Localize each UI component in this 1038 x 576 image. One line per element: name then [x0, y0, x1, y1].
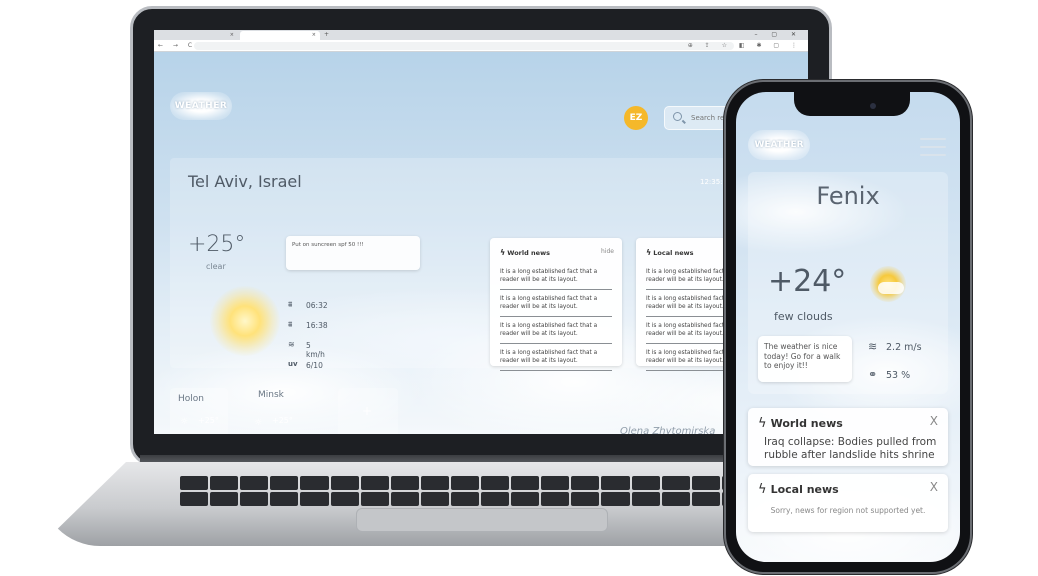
city-title: Fenix	[816, 182, 880, 210]
stat-value: 06:32	[306, 301, 328, 310]
app-logo[interactable]: WEATHER	[170, 92, 232, 120]
sun-icon	[210, 286, 280, 356]
world-news-header: ϟ World news	[758, 416, 843, 431]
sunset-icon: ⩩	[288, 320, 293, 329]
current-temperature: +24°	[768, 264, 847, 299]
current-weather-panel: Fenix +24° few clouds The weather is nic…	[748, 172, 948, 394]
lightning-icon: ϟ	[758, 482, 767, 497]
hamburger-menu-icon[interactable]	[920, 136, 946, 158]
lightning-icon: ϟ	[758, 416, 767, 431]
tab-close-icon[interactable]: ×	[230, 32, 234, 38]
weather-condition: few clouds	[774, 310, 833, 323]
humidity-value: 53 %	[886, 370, 911, 381]
city-title: Tel Aviv, Israel	[188, 172, 302, 191]
world-news-title: World news	[507, 249, 550, 257]
world-news-header: ϟ World news	[500, 248, 550, 257]
wind-icon: ≋	[288, 340, 295, 349]
laptop-keyboard	[180, 476, 780, 506]
add-city-button[interactable]: +	[338, 388, 398, 434]
world-news-title: World news	[770, 417, 843, 430]
local-news-header: ϟ Local news	[646, 248, 694, 257]
device-mockup-scene: × × + – ▢ ✕ ← → C ⊙ ⊕ ⇪ ☆ ◧ ✱ ▢ ⋮ WEATHE…	[0, 0, 1038, 576]
local-news-card: ϟ Local news X Sorry, news for region not…	[748, 474, 948, 532]
city-card-holon[interactable]: Holon ☼ +25°	[170, 388, 228, 434]
laptop-trackpad	[356, 508, 608, 532]
news-headline[interactable]: Iraq collapse: Bodies pulled from rubble…	[764, 436, 940, 462]
uv-icon: uv	[288, 360, 298, 368]
world-news-card: ϟ World news hide It is a long establishe…	[490, 238, 622, 371]
browser-toolbar: ← → C ⊙ ⊕ ⇪ ☆ ◧ ✱ ▢ ⋮	[154, 40, 808, 52]
browser-tab[interactable]: ×	[158, 31, 238, 40]
city-temperature: +25°	[198, 416, 219, 425]
stat-value: 6/10	[306, 361, 323, 370]
city-temperature: +25°	[272, 416, 293, 425]
stat-wind: ≋ 2.2 m/s	[868, 340, 922, 353]
browser-tab-strip: × × + – ▢ ✕	[154, 30, 808, 40]
news-item[interactable]: It is a long established fact that a rea…	[500, 347, 612, 371]
app-logo[interactable]: WEATHER	[748, 130, 810, 160]
author-credit: Olena Zhytomirska	[620, 426, 716, 434]
close-icon[interactable]: X	[930, 480, 938, 494]
lightning-icon: ϟ	[646, 248, 652, 257]
front-camera	[870, 103, 876, 109]
phone-screen: WEATHER Fenix +24° few clouds The weathe…	[736, 92, 960, 562]
local-news-header: ϟ Local news	[758, 482, 839, 497]
news-unsupported-message: Sorry, news for region not supported yet…	[770, 506, 926, 515]
new-tab-button[interactable]: +	[324, 31, 329, 38]
city-card-minsk[interactable]: Minsk ☼ +25°	[252, 388, 310, 434]
sunrise-icon: ⩩	[288, 300, 293, 309]
address-bar[interactable]	[194, 42, 734, 50]
local-news-title: Local news	[653, 249, 694, 257]
city-name: Holon	[178, 394, 204, 404]
close-icon[interactable]: X	[930, 414, 938, 428]
user-avatar[interactable]: EZ	[624, 106, 648, 130]
current-weather-panel: Tel Aviv, Israel 12:35:21 +25° clear Put…	[170, 158, 758, 371]
news-item[interactable]: It is a long established fact that a rea…	[500, 293, 612, 317]
stat-value: 5 km/h	[306, 341, 325, 359]
weather-tip-note: Put on suncreen spf 50 !!!	[286, 236, 420, 270]
plus-icon: +	[362, 404, 373, 418]
world-news-list: It is a long established fact that a rea…	[500, 266, 612, 374]
wind-value: 2.2 m/s	[886, 342, 922, 353]
world-news-card: ϟ World news X Iraq collapse: Bodies pull…	[748, 408, 948, 466]
search-icon	[673, 112, 682, 121]
news-item[interactable]: It is a long established fact that a rea…	[500, 320, 612, 344]
tab-close-icon[interactable]: ×	[312, 32, 316, 38]
browser-extension-icons[interactable]: ⊕ ⇪ ☆ ◧ ✱ ▢ ⋮	[688, 42, 802, 49]
wind-icon: ≋	[868, 340, 878, 353]
local-news-title: Local news	[770, 483, 839, 496]
lightning-icon: ϟ	[500, 248, 506, 257]
weather-app: WEATHER EZ Tel Aviv, Israel 12:35:21 +25…	[154, 52, 808, 434]
browser-tab-active[interactable]: ×	[240, 31, 320, 40]
laptop-screen: × × + – ▢ ✕ ← → C ⊙ ⊕ ⇪ ☆ ◧ ✱ ▢ ⋮ WEATHE…	[154, 30, 808, 434]
weather-tip-note: The weather is nice today! Go for a walk…	[758, 336, 852, 382]
sun-cloud-icon	[870, 266, 906, 302]
stat-humidity: ⚭ 53 %	[868, 368, 910, 381]
weather-condition: clear	[206, 262, 226, 271]
humidity-icon: ⚭	[868, 368, 878, 381]
stat-value: 16:38	[306, 321, 328, 330]
current-temperature: +25°	[188, 232, 246, 257]
sun-icon: ☼	[254, 418, 263, 428]
window-controls[interactable]: – ▢ ✕	[754, 31, 802, 38]
sun-icon: ☼	[180, 417, 189, 427]
hide-news-button[interactable]: hide	[601, 248, 614, 255]
news-item[interactable]: It is a long established fact that a rea…	[500, 266, 612, 290]
city-name: Minsk	[258, 390, 284, 400]
phone-notch	[794, 92, 910, 116]
